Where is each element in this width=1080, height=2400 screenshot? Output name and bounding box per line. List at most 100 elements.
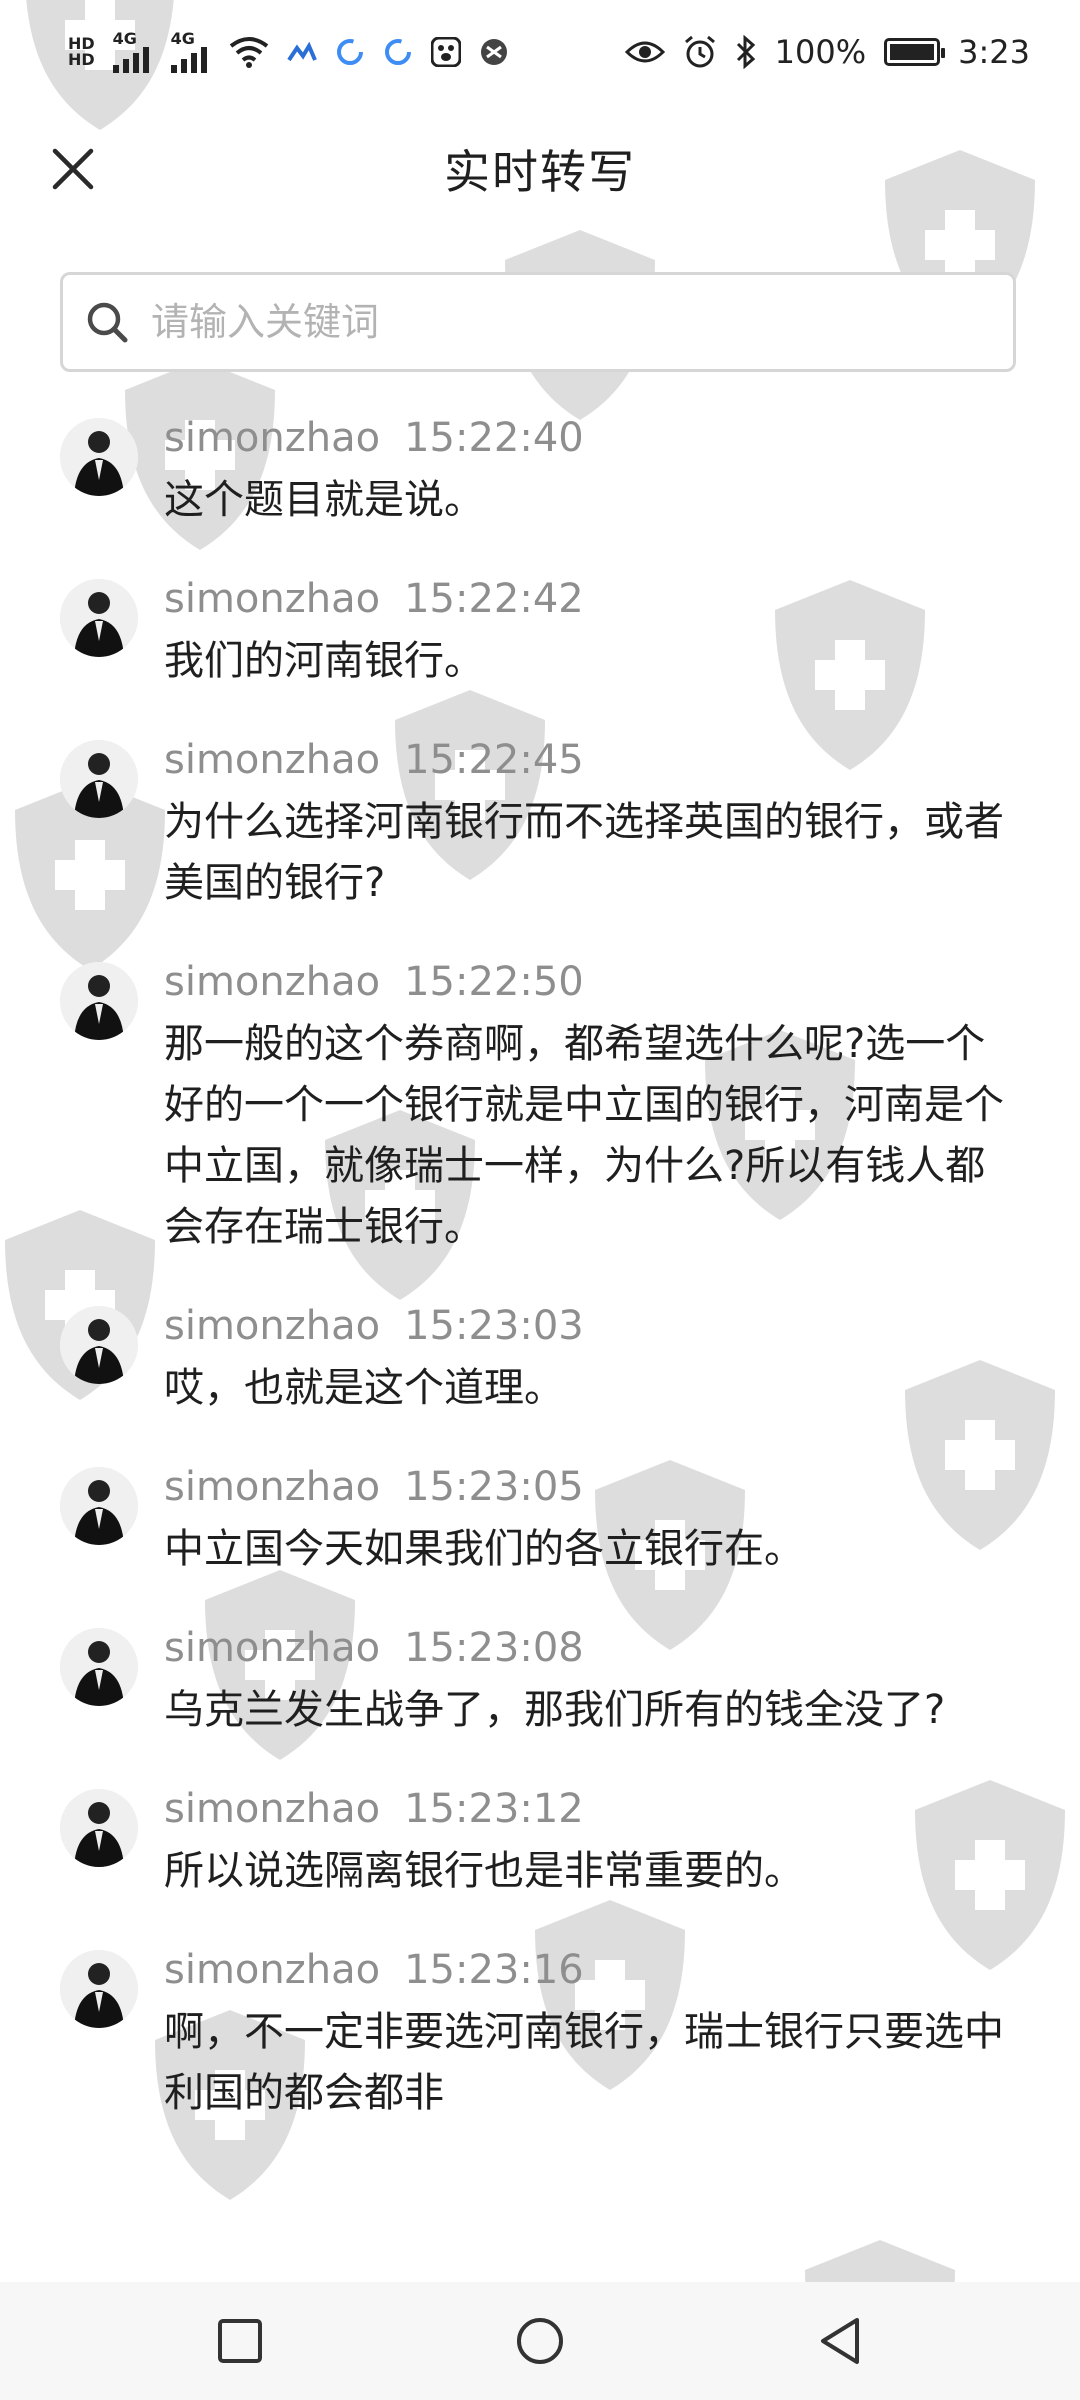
status-right-group: 100% 3:23 [624,33,1030,71]
timestamp: 15:23:12 [404,1786,584,1832]
page-title: 实时转写 [444,145,636,199]
transcript-body: simonzhao 15:23:03 哎，也就是这个道理。 [164,1298,1020,1419]
hd-label: HD [68,50,95,69]
4g-label: 4G [112,29,137,48]
speaker-name: simonzhao [164,737,381,783]
battery-percent: 100% [774,33,867,71]
transcript-meta: simonzhao 15:23:12 [164,1781,1020,1837]
search-icon [87,302,128,343]
transcript-body: simonzhao 15:23:05 中立国今天如果我们的各立银行在。 [164,1459,1020,1580]
speaker-name: simonzhao [164,1625,381,1671]
transcript-meta: simonzhao 15:22:42 [164,571,1020,627]
avatar [60,1628,138,1706]
timestamp: 15:22:42 [404,576,584,622]
status-left-group: HD HD 4G 4G [68,31,509,73]
bluetooth-icon [736,35,755,69]
timestamp: 15:23:16 [404,1947,584,1993]
transcript-body: simonzhao 15:22:40 这个题目就是说。 [164,410,1020,531]
transcript-text: 所以说选隔离银行也是非常重要的。 [164,1848,804,1894]
avatar [60,579,138,657]
speaker-name: simonzhao [164,1303,381,1349]
transcript-meta: simonzhao 15:23:05 [164,1459,1020,1515]
browser-icon [480,39,507,65]
transcript-text: 中立国今天如果我们的各立银行在。 [164,1526,804,1572]
wifi-icon [229,37,268,68]
signal-strength-icon: 4G [112,29,153,73]
transcript-body: simonzhao 15:23:12 所以说选隔离银行也是非常重要的。 [164,1781,1020,1902]
system-navigation-bar [0,2282,1080,2400]
timestamp: 15:23:08 [404,1625,584,1671]
timestamp: 15:23:03 [404,1303,584,1349]
back-button[interactable] [800,2301,880,2381]
header: 实时转写 [0,104,1080,234]
transcript-body: simonzhao 15:23:16 啊，不一定非要选河南银行，瑞士银行只要选中利… [164,1942,1020,2124]
transcript-body: simonzhao 15:22:50 那一般的这个券商啊，都希望选什么呢?选一个好… [164,954,1020,1258]
transcript-list: simonzhao 15:22:40 这个题目就是说。 simonzhao 15:2… [0,410,1080,2164]
avatar [60,1306,138,1384]
transcript-item: simonzhao 15:23:12 所以说选隔离银行也是非常重要的。 [0,1781,1080,1902]
square-icon [218,2319,262,2363]
eye-icon [624,41,665,63]
close-icon [52,148,94,190]
paw-icon [430,37,461,67]
signal-strength-icon: 4G [170,29,211,73]
avatar [60,962,138,1040]
transcript-body: simonzhao 15:22:42 我们的河南银行。 [164,571,1020,692]
transcript-item: simonzhao 15:23:05 中立国今天如果我们的各立银行在。 [0,1459,1080,1580]
transcript-body: simonzhao 15:23:08 乌克兰发生战争了，那我们所有的钱全没了? [164,1620,1020,1741]
transcript-item: simonzhao 15:22:42 我们的河南银行。 [0,571,1080,692]
circle-icon [517,2318,563,2364]
transcript-meta: simonzhao 15:23:03 [164,1298,1020,1354]
speaker-name: simonzhao [164,1786,381,1832]
avatar [60,1467,138,1545]
speaker-name: simonzhao [164,576,381,622]
transcript-meta: simonzhao 15:23:08 [164,1620,1020,1676]
home-button[interactable] [500,2301,580,2381]
alarm-icon [684,35,715,68]
transcript-text: 这个题目就是说。 [164,477,484,523]
close-button[interactable] [44,140,102,198]
transcript-text: 乌克兰发生战争了，那我们所有的钱全没了? [164,1687,946,1733]
4g-label: 4G [170,29,195,48]
transcript-text: 啊，不一定非要选河南银行，瑞士银行只要选中利国的都会都非 [164,2009,1004,2116]
app-notification-icon [384,39,411,65]
transcript-text: 哎，也就是这个道理。 [164,1365,564,1411]
speaker-name: simonzhao [164,1947,381,1993]
transcript-text: 为什么选择河南银行而不选择英国的银行，或者美国的银行? [164,799,1004,906]
app-notification-icon [287,42,317,62]
transcript-item: simonzhao 15:22:45 为什么选择河南银行而不选择英国的银行，或者美… [0,732,1080,914]
transcript-item: simonzhao 15:22:50 那一般的这个券商啊，都希望选什么呢?选一个好… [0,954,1080,1258]
transcript-text: 那一般的这个券商啊，都希望选什么呢?选一个好的一个一个银行就是中立国的银行，河南… [164,1021,1004,1250]
transcript-item: simonzhao 15:23:08 乌克兰发生战争了，那我们所有的钱全没了? [0,1620,1080,1741]
transcript-body: simonzhao 15:22:45 为什么选择河南银行而不选择英国的银行，或者美… [164,732,1020,914]
network-type-indicator: HD HD [68,36,95,68]
transcript-meta: simonzhao 15:23:16 [164,1942,1020,1998]
avatar [60,1950,138,2028]
app-notification-icon [336,39,363,65]
avatar [60,1789,138,1867]
speaker-name: simonzhao [164,959,381,1005]
transcript-item: simonzhao 15:23:03 哎，也就是这个道理。 [0,1298,1080,1419]
transcript-meta: simonzhao 15:22:45 [164,732,1020,788]
speaker-name: simonzhao [164,415,381,461]
triangle-back-icon [821,2318,859,2364]
recent-apps-button[interactable] [200,2301,280,2381]
speaker-name: simonzhao [164,1464,381,1510]
avatar [60,418,138,496]
status-time: 3:23 [958,33,1030,71]
transcript-meta: simonzhao 15:22:40 [164,410,1020,466]
transcript-item: simonzhao 15:22:40 这个题目就是说。 [0,410,1080,531]
battery-icon [884,38,946,66]
timestamp: 15:22:40 [404,415,584,461]
timestamp: 15:22:50 [404,959,584,1005]
transcript-meta: simonzhao 15:22:50 [164,954,1020,1010]
search-bar[interactable] [60,272,1016,372]
search-input[interactable] [149,299,973,345]
transcript-item: simonzhao 15:23:16 啊，不一定非要选河南银行，瑞士银行只要选中利… [0,1942,1080,2124]
timestamp: 15:22:45 [404,737,584,783]
timestamp: 15:23:05 [404,1464,584,1510]
avatar [60,740,138,818]
live-transcription-screen: HD HD 4G 4G 100% 3:23 实时转写 请输入关键词 simonz… [0,0,1080,2400]
transcript-text: 我们的河南银行。 [164,638,484,684]
status-bar: HD HD 4G 4G 100% 3:23 [0,0,1080,104]
